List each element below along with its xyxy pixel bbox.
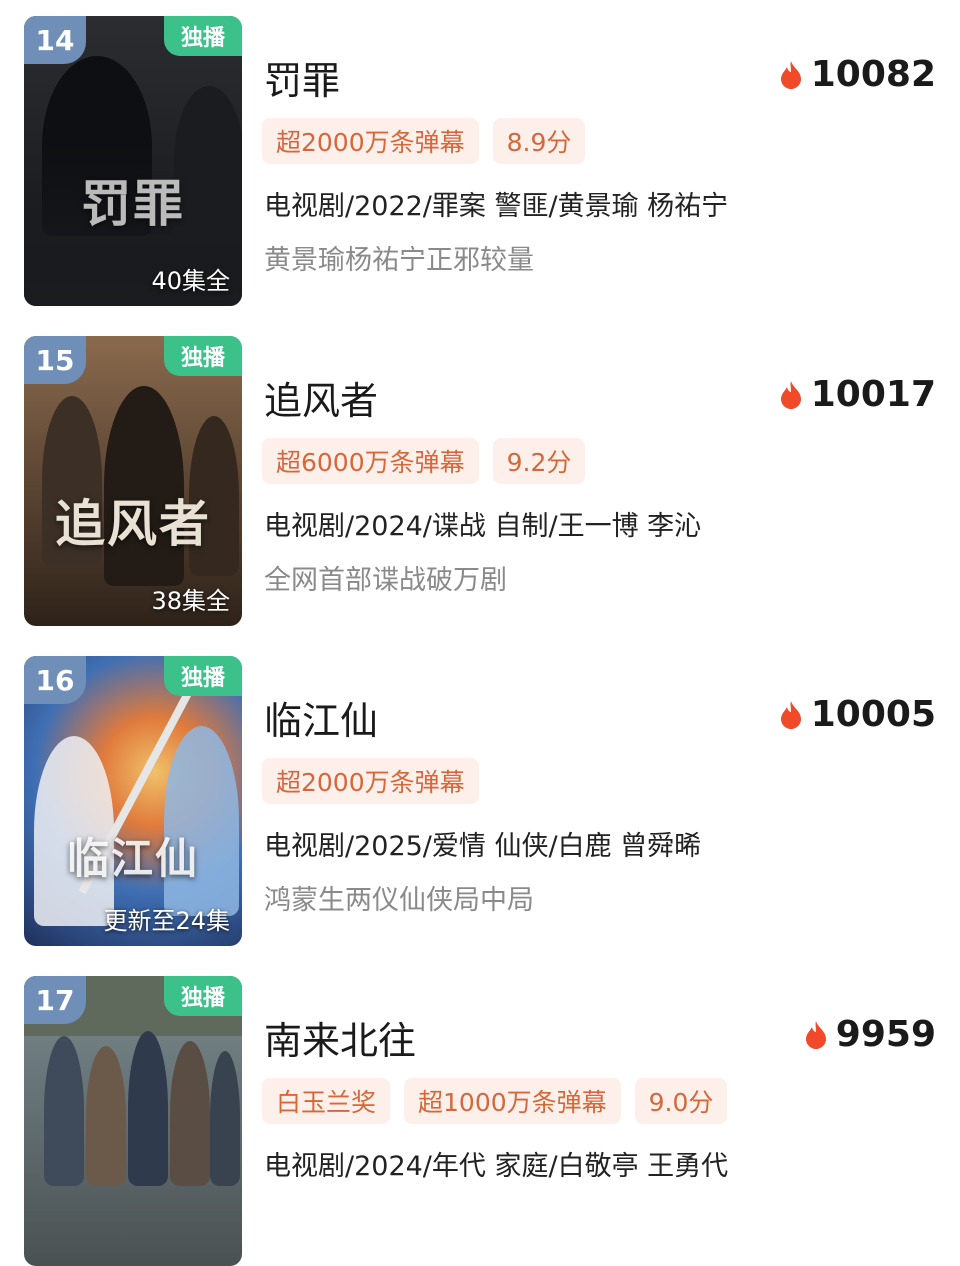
show-meta: 电视剧/2024/年代 家庭/白敬亭 王勇代 — [264, 1151, 729, 1182]
flame-icon — [780, 700, 801, 729]
exclusive-badge: 独播 — [164, 336, 242, 376]
tag-row: 超6000万条弹幕 9.2分 — [262, 438, 586, 484]
tag-score: 8.9分 — [492, 118, 586, 164]
list-item[interactable]: 17 独播 南来北往 9959 白玉兰奖 超1000万条弹幕 9.0分 电视剧/… — [0, 960, 960, 1266]
poster-title: 临江仙 — [66, 834, 199, 883]
tag-danmu: 超6000万条弹幕 — [262, 438, 479, 484]
list-item[interactable]: 追风者 15 独播 38集全 追风者 10017 超6000万条弹幕 9.2分 … — [0, 320, 960, 626]
tag-row: 超2000万条弹幕 — [262, 758, 479, 804]
rank-badge: 15 — [24, 336, 86, 384]
heat-value: 10005 — [810, 694, 936, 735]
tag-danmu: 超1000万条弹幕 — [404, 1078, 621, 1124]
show-description: 鸿蒙生两仪仙侠局中局 — [264, 885, 534, 916]
rank-badge: 14 — [24, 16, 86, 64]
show-title[interactable]: 罚罪 — [264, 50, 340, 105]
flame-icon — [805, 1020, 826, 1049]
rank-badge: 17 — [24, 976, 86, 1024]
poster[interactable]: 追风者 15 独播 38集全 — [24, 336, 242, 626]
show-title[interactable]: 临江仙 — [264, 690, 378, 745]
heat-score: 10082 — [779, 54, 936, 95]
tag-row: 白玉兰奖 超1000万条弹幕 9.0分 — [262, 1078, 728, 1124]
show-meta: 电视剧/2024/谍战 自制/王一博 李沁 — [264, 511, 702, 542]
show-title[interactable]: 南来北往 — [264, 1010, 416, 1065]
heat-value: 9959 — [835, 1014, 936, 1055]
ranking-list: 罚罪 14 独播 40集全 罚罪 10082 超2000万条弹幕 8.9分 电视… — [0, 0, 960, 1266]
flame-icon — [780, 60, 801, 89]
poster[interactable]: 17 独播 — [24, 976, 242, 1266]
poster[interactable]: 罚罪 14 独播 40集全 — [24, 16, 242, 306]
show-meta: 电视剧/2025/爱情 仙侠/白鹿 曾舜晞 — [264, 831, 702, 862]
tag-score: 9.2分 — [492, 438, 586, 484]
heat-score: 10017 — [779, 374, 936, 415]
rank-badge: 16 — [24, 656, 86, 704]
heat-score: 10005 — [779, 694, 936, 735]
tag-danmu: 超2000万条弹幕 — [262, 118, 479, 164]
episode-count: 更新至24集 — [103, 907, 230, 935]
show-title[interactable]: 追风者 — [264, 370, 378, 425]
exclusive-badge: 独播 — [164, 976, 242, 1016]
show-description: 黄景瑜杨祐宁正邪较量 — [264, 245, 534, 276]
poster-title: 罚罪 — [81, 175, 185, 233]
list-item[interactable]: 罚罪 14 独播 40集全 罚罪 10082 超2000万条弹幕 8.9分 电视… — [0, 0, 960, 306]
tag-score: 9.0分 — [634, 1078, 728, 1124]
exclusive-badge: 独播 — [164, 16, 242, 56]
poster[interactable]: 临江仙 16 独播 更新至24集 — [24, 656, 242, 946]
heat-score: 9959 — [804, 1014, 936, 1055]
heat-value: 10082 — [810, 54, 936, 95]
episode-count: 40集全 — [151, 267, 230, 295]
list-item[interactable]: 临江仙 16 独播 更新至24集 临江仙 10005 超2000万条弹幕 电视剧… — [0, 640, 960, 946]
heat-value: 10017 — [810, 374, 936, 415]
exclusive-badge: 独播 — [164, 656, 242, 696]
episode-count: 38集全 — [151, 587, 230, 615]
tag-row: 超2000万条弹幕 8.9分 — [262, 118, 586, 164]
poster-title: 追风者 — [55, 495, 211, 553]
tag-danmu: 超2000万条弹幕 — [262, 758, 479, 804]
show-meta: 电视剧/2022/罪案 警匪/黄景瑜 杨祐宁 — [264, 191, 729, 222]
flame-icon — [780, 380, 801, 409]
show-description: 全网首部谍战破万剧 — [264, 565, 507, 596]
tag-award: 白玉兰奖 — [262, 1078, 391, 1124]
